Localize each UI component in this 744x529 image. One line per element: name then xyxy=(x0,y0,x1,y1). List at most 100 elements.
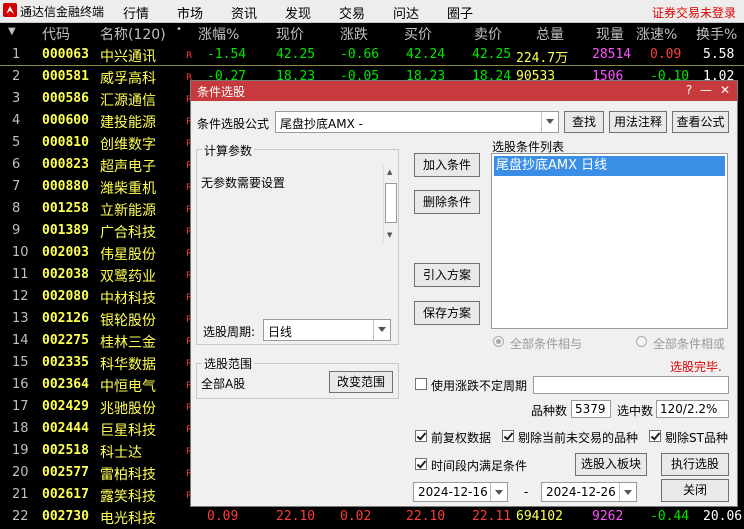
chevron-down-icon[interactable] xyxy=(619,483,636,501)
execute-button[interactable]: 执行选股 xyxy=(661,453,729,476)
scroll-down-icon[interactable]: ▼ xyxy=(387,231,392,239)
table-row[interactable]: 1 000063 中兴通讯 R -1.54 42.25 -0.66 42.24 42.25 224… xyxy=(0,45,744,67)
chevron-down-icon[interactable] xyxy=(541,112,558,132)
row-index: 3 xyxy=(12,91,21,106)
stock-code: 002038 xyxy=(42,267,89,282)
col-name[interactable]: 名称(120) xyxy=(100,24,166,44)
period-condition-label[interactable]: 时间段内满足条件 xyxy=(431,457,527,474)
row-index: 8 xyxy=(12,201,21,216)
stock-code: 002444 xyxy=(42,421,89,436)
col-bid[interactable]: 买价 xyxy=(404,24,432,44)
period-select[interactable]: 日线 xyxy=(263,319,391,341)
menu-discover[interactable]: 发现 xyxy=(285,3,311,22)
chevron-down-icon[interactable] xyxy=(373,320,390,340)
remove-untraded-checkbox[interactable] xyxy=(502,430,514,442)
menu-wenda[interactable]: 问达 xyxy=(393,3,419,22)
col-speed[interactable]: 涨速% xyxy=(636,24,677,44)
menu-news[interactable]: 资讯 xyxy=(231,3,257,22)
stock-code: 002617 xyxy=(42,487,89,502)
status-text: 选股完毕. xyxy=(670,360,722,374)
col-current-vol[interactable]: 现量 xyxy=(596,24,624,44)
remove-st-label[interactable]: 剔除ST品种 xyxy=(665,429,728,446)
row-index: 1 xyxy=(12,47,21,62)
date-separator: - xyxy=(524,485,529,499)
stock-name: 中恒电气 xyxy=(100,379,156,395)
find-button[interactable]: 查找 xyxy=(564,111,604,133)
stock-code: 000600 xyxy=(42,113,89,128)
menu-market[interactable]: 市场 xyxy=(177,3,203,22)
col-ask[interactable]: 卖价 xyxy=(474,24,502,44)
radio-or[interactable] xyxy=(636,336,647,347)
import-plan-button[interactable]: 引入方案 xyxy=(414,263,480,287)
menu-quotes[interactable]: 行情 xyxy=(123,3,149,22)
col-code[interactable]: 代码 xyxy=(42,24,70,44)
save-plan-button[interactable]: 保存方案 xyxy=(414,301,480,325)
formula-select[interactable]: 尾盘抄底AMX - xyxy=(275,111,559,133)
stock-code: 000880 xyxy=(42,179,89,194)
view-formula-button[interactable]: 查看公式 xyxy=(672,111,729,133)
help-icon[interactable]: ? xyxy=(681,83,697,97)
forward-adjust-label[interactable]: 前复权数据 xyxy=(431,429,491,446)
cell-chg: 0.02 xyxy=(340,509,372,524)
radio-or-label[interactable]: 全部条件相或 xyxy=(653,335,725,352)
stock-name: 露笑科技 xyxy=(100,489,156,505)
stock-name: 伟星股份 xyxy=(100,247,156,263)
cell-cur: 9262 xyxy=(592,509,624,524)
rzrq-flag: R xyxy=(186,51,193,61)
chevron-down-icon[interactable] xyxy=(490,483,507,501)
condition-item[interactable]: 尾盘抄底AMX 日线 xyxy=(494,156,725,176)
condition-listbox[interactable]: 尾盘抄底AMX 日线 xyxy=(491,153,728,329)
col-price[interactable]: 现价 xyxy=(276,24,304,44)
row-index: 22 xyxy=(12,509,29,524)
stock-code: 000581 xyxy=(42,69,89,84)
params-scrollbar[interactable]: ▲ ▼ xyxy=(383,165,398,243)
app-titlebar: 通达信金融终端 行情 市场 资讯 发现 交易 问达 圈子 证券交易未登录 xyxy=(0,0,744,23)
cell-cur: 28514 xyxy=(592,47,632,62)
radio-and[interactable] xyxy=(493,336,504,347)
close-icon[interactable]: ✕ xyxy=(717,83,733,97)
cell-ask: 22.11 xyxy=(472,509,512,524)
menu-circle[interactable]: 圈子 xyxy=(447,3,473,22)
cell-spd: -0.44 xyxy=(650,509,690,524)
minimize-icon[interactable]: — xyxy=(698,83,714,97)
col-pct[interactable]: 涨幅% xyxy=(198,24,239,44)
stock-name: 建投能源 xyxy=(100,115,156,131)
uncertain-period-label[interactable]: 使用涨跌不定周期 xyxy=(431,377,527,394)
cell-turn: 20.06 xyxy=(703,509,743,524)
date-from-picker[interactable]: 2024-12-16 xyxy=(413,482,508,502)
row-index: 14 xyxy=(12,333,29,348)
close-button[interactable]: 关闭 xyxy=(661,479,729,502)
uncertain-period-field[interactable] xyxy=(533,376,729,394)
usage-notes-button[interactable]: 用法注释 xyxy=(609,111,667,133)
login-status-link[interactable]: 证券交易未登录 xyxy=(652,4,736,21)
stock-name: 中材科技 xyxy=(100,291,156,307)
change-range-button[interactable]: 改变范围 xyxy=(329,371,393,393)
cell-spd: 0.09 xyxy=(650,47,682,62)
date-to-picker[interactable]: 2024-12-26 xyxy=(541,482,637,502)
sort-arrow-icon[interactable]: ▼ xyxy=(8,26,16,37)
remove-untraded-label[interactable]: 剔除当前未交易的品种 xyxy=(518,429,638,446)
add-condition-button[interactable]: 加入条件 xyxy=(414,153,480,177)
delete-condition-button[interactable]: 删除条件 xyxy=(414,190,480,214)
row-index: 2 xyxy=(12,69,21,84)
cell-bid: 42.24 xyxy=(406,47,446,62)
forward-adjust-checkbox[interactable] xyxy=(415,430,427,442)
col-volume[interactable]: 总量 xyxy=(536,24,564,44)
row-index: 13 xyxy=(12,311,29,326)
scroll-thumb[interactable] xyxy=(385,183,397,223)
remove-st-checkbox[interactable] xyxy=(649,430,661,442)
period-label: 选股周期: xyxy=(203,325,256,339)
radio-and-label[interactable]: 全部条件相与 xyxy=(510,335,582,352)
to-block-button[interactable]: 选股入板块 xyxy=(575,453,647,476)
scroll-up-icon[interactable]: ▲ xyxy=(387,168,392,176)
col-turnover[interactable]: 换手% xyxy=(696,24,737,44)
col-change[interactable]: 涨跌 xyxy=(340,24,368,44)
cell-vol: 694102 xyxy=(516,509,563,524)
dialog-titlebar[interactable]: 条件选股 ? — ✕ xyxy=(191,81,737,101)
stock-name: 创维数字 xyxy=(100,137,156,153)
uncertain-period-checkbox[interactable] xyxy=(415,378,427,390)
menu-trade[interactable]: 交易 xyxy=(339,3,365,22)
stock-code: 002275 xyxy=(42,333,89,348)
period-condition-checkbox[interactable] xyxy=(415,458,427,470)
row-index: 11 xyxy=(12,267,29,282)
